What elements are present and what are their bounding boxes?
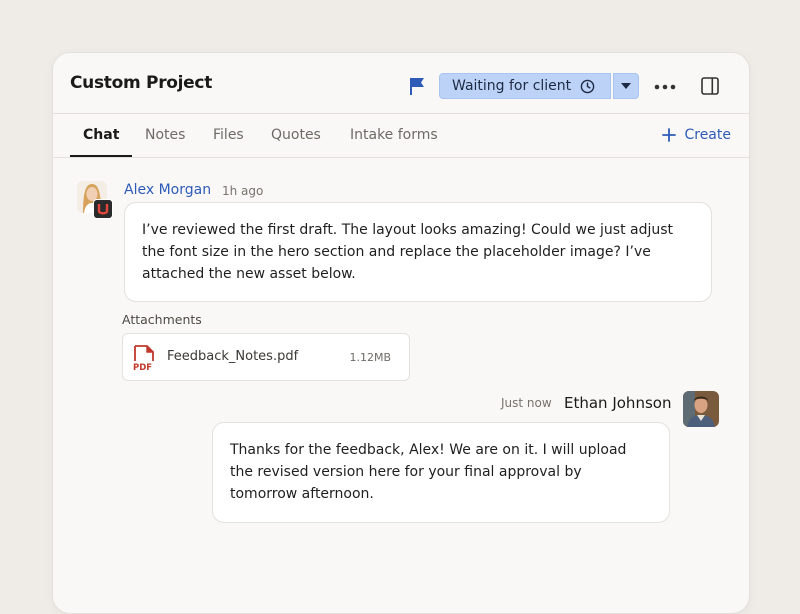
create-label: Create	[684, 127, 731, 143]
attachment-name: Feedback_Notes.pdf	[167, 349, 299, 364]
tab-notes[interactable]: Notes	[145, 127, 185, 143]
message-text: Thanks for the feedback, Alex! We are on…	[230, 442, 627, 502]
tab-quotes[interactable]: Quotes	[271, 127, 321, 143]
app-badge-icon	[93, 199, 113, 219]
svg-text:PDF: PDF	[133, 363, 152, 371]
message-text: I’ve reviewed the first draft. The layou…	[142, 222, 674, 282]
project-card: Custom Project Waiting for client Chat N…	[52, 52, 750, 614]
attachment-file[interactable]: PDF Feedback_Notes.pdf 1.12MB	[122, 333, 410, 381]
chevron-down-icon	[621, 83, 631, 89]
message-author[interactable]: Alex Morgan	[124, 182, 211, 198]
message-author[interactable]: Ethan Johnson	[564, 394, 671, 412]
project-header: Custom Project Waiting for client	[53, 53, 749, 114]
message-time: 1h ago	[222, 184, 264, 198]
tabs-divider	[53, 157, 749, 158]
page-title: Custom Project	[70, 73, 213, 93]
clock-icon	[580, 79, 595, 93]
tab-chat[interactable]: Chat	[83, 127, 119, 143]
status-dropdown-button[interactable]	[613, 73, 639, 99]
attachments-label: Attachments	[122, 312, 202, 327]
message-bubble: Thanks for the feedback, Alex! We are on…	[212, 422, 670, 523]
status-button[interactable]: Waiting for client	[439, 73, 611, 99]
side-panel-icon[interactable]	[701, 77, 719, 95]
status-selector: Waiting for client	[439, 73, 639, 99]
tab-files[interactable]: Files	[213, 127, 244, 143]
flag-icon[interactable]	[409, 77, 425, 95]
message-time: Just now	[501, 396, 552, 410]
tab-intake-forms[interactable]: Intake forms	[350, 127, 438, 143]
tab-bar: Chat Notes Files Quotes Intake forms Cre…	[53, 114, 749, 158]
more-icon[interactable]	[653, 83, 677, 91]
status-label: Waiting for client	[452, 78, 572, 94]
pdf-icon: PDF	[133, 345, 154, 371]
message-bubble: I’ve reviewed the first draft. The layou…	[124, 202, 712, 302]
plus-icon	[662, 128, 677, 142]
create-button[interactable]: Create	[662, 127, 731, 143]
attachment-size: 1.12MB	[349, 351, 391, 364]
avatar[interactable]	[683, 391, 719, 427]
